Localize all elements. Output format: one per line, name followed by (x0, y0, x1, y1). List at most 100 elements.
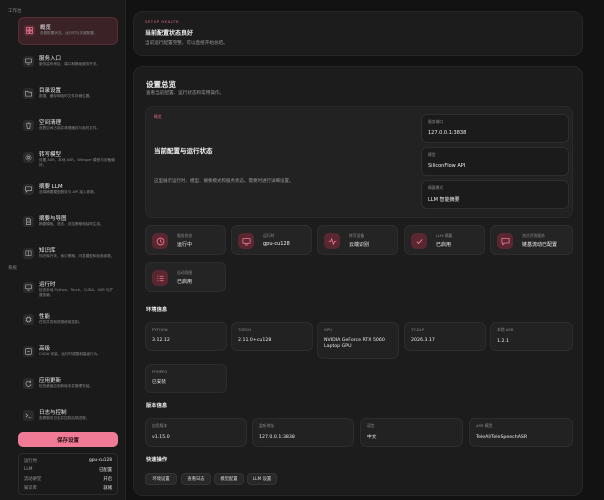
sidebar-item-label: 日志与控制 (39, 410, 67, 416)
tile-runtime[interactable]: 运行时 gpu-cu128 (231, 225, 312, 255)
chat-icon (497, 233, 513, 249)
field-service-port: 服务端口 127.0.0.1:3838 (421, 114, 569, 143)
status-key: 流动讲堂 (24, 476, 42, 482)
sidebar-item-label: 性能 (39, 314, 51, 320)
sidebar-item-overview[interactable]: 概览 查看配置状态、运行时与关键配置。 (18, 17, 118, 45)
quick-llm-settings-button[interactable]: LLM 设置 (247, 473, 277, 485)
grid-icon (24, 25, 35, 36)
sidebar-item-runtime[interactable]: 运行时 检查本地 Python、Torch、CUDA、ASR 与扩展依赖。 (18, 275, 118, 303)
list-icon (152, 270, 168, 286)
info-value: TeleAI/TeleSpeechASR (476, 435, 528, 440)
folder-icon (23, 88, 34, 99)
tile-llm-summary[interactable]: LLM 摘要 已启用 (404, 225, 485, 255)
sidebar-item-llm[interactable]: 摘要 LLM 选择摘要模型服务与 API 接入参数。 (18, 177, 118, 205)
sidebar-item-knowledge[interactable]: 知识库 知识库开关、索引策略、问答模型和检索参数。 (18, 241, 118, 269)
sidebar-item-label: 概览 (40, 25, 52, 31)
info-value: v1.15.0 (152, 435, 170, 440)
sidebar-item-label: 转写模型 (39, 152, 62, 158)
info-label: 本地 ASR (497, 327, 514, 332)
field-label: 摘要模式 (428, 185, 444, 190)
status-key: 知识库 (24, 486, 37, 492)
sidebar-section-workspace: 工作台 (8, 9, 22, 14)
overview-panel: 设置总览 查看当前配置、运行状态和常用操作。 概览 当前配置与运行状态 这里展示… (133, 66, 583, 496)
page-subtitle: 查看当前配置、运行状态和常用操作。 (146, 91, 225, 96)
info-value: NVIDIA GeForce RTX 5060 Laptop GPU (324, 338, 385, 349)
field-label: 模型 (428, 152, 436, 157)
sidebar-item-summary-map[interactable]: 摘要与导图 摘要模板、语言、总结策略和结构生成。 (18, 209, 118, 237)
info-value: 1.2.1 (497, 339, 509, 344)
sidebar-item-transcription[interactable]: 转写模型 设置 ASR、本地 ASR、Whisper 模型与设备偏好。 (18, 145, 118, 173)
info-label: 语言 (367, 423, 375, 428)
health-title: 当前配置状态良好 (145, 30, 194, 37)
sidebar-item-desc: 知识库开关、索引策略、问答模型和检索参数。 (39, 254, 115, 258)
document-icon (23, 216, 34, 227)
status-value: 就绪 (103, 486, 112, 492)
sidebar-nav-workspace: 概览 查看配置状态、运行时与关键配置。 服务入口 服务监听地址、端口和基础服务开… (18, 17, 118, 273)
info-label: YT-DLP (411, 327, 424, 332)
info-label: FFMPEG (152, 369, 168, 374)
advanced-icon (23, 346, 34, 357)
tile-streaming[interactable]: 流式识别服务 链基流动已配置 (490, 225, 573, 255)
terminal-icon (23, 410, 34, 421)
sidebar-item-desc: 查看配置状态、运行时与关键配置。 (40, 31, 98, 35)
sidebar-item-desc: 摘要模板、语言、总结策略和结构生成。 (39, 222, 104, 226)
status-summary: 运行时 gpu-cu128 LLM 已配置 流动讲堂 开启 知识库 就绪 (18, 453, 118, 495)
sidebar-item-desc: 查看服务日志并控制后端进程。 (39, 416, 90, 420)
info-value: 已安装 (152, 380, 167, 385)
tile-value: 链基流动已配置 (522, 242, 558, 248)
hero-desc: 这里展示运行时、模型、摘要模式和服务状态。需要时进行详细设置。 (154, 179, 294, 184)
sidebar-section-system: 系统 (8, 266, 17, 271)
sidebar-item-logs[interactable]: 日志与控制 查看服务日志并控制后端进程。 (18, 403, 118, 431)
sidebar-item-performance[interactable]: 性能 任务并发和资源使用控制。 (18, 307, 118, 335)
status-value: gpu-cu128 (88, 458, 112, 464)
hero-badge: 概览 (154, 114, 162, 119)
update-icon (23, 378, 34, 389)
chip-icon (23, 314, 34, 325)
setup-health-card: SETUP HEALTH 当前配置状态良好 当前运行配置完整，可以直接开始总结。 (133, 11, 583, 56)
version-language: 语言 中文 (360, 418, 463, 447)
sidebar-nav-system: 运行时 检查本地 Python、Torch、CUDA、ASR 与扩展依赖。 性能… (18, 275, 118, 435)
quick-view-logs-button[interactable]: 查看日志 (181, 473, 211, 485)
sidebar-item-cleanup[interactable]: 空间清理 查看空间占用并清理缓存与临时文件。 (18, 113, 118, 141)
sidebar-item-label: 运行时 (39, 282, 56, 288)
tile-auto-mindmap[interactable]: 自动导图 已启用 (145, 262, 226, 292)
field-value: 127.0.0.1:3838 (428, 130, 467, 136)
tile-value: 已启用 (436, 242, 452, 248)
sidebar-item-advanced[interactable]: 高级 CUDA 安装、运行时调整和高级行为。 (18, 339, 118, 367)
info-value: 3.12.12 (152, 338, 170, 343)
info-label: ASR 模型 (476, 423, 493, 428)
sidebar-item-desc: 设置 ASR、本地 ASR、Whisper 模型与设备偏好。 (39, 158, 115, 167)
info-value: 中文 (367, 435, 377, 440)
sidebar-item-updates[interactable]: 应用更新 检查桌面应用新版本并管理安装。 (18, 371, 118, 399)
sidebar-item-label: 应用更新 (39, 378, 62, 384)
version-section-title: 版本信息 (146, 403, 168, 409)
status-value: 已配置 (99, 467, 112, 473)
env-local-asr: 本地 ASR 1.2.1 (490, 322, 573, 351)
status-row-llm: LLM 已配置 (24, 465, 112, 474)
env-torch: TORCH 2.11.0+cu128 (231, 322, 313, 351)
quick-env-settings-button[interactable]: 环境设置 (145, 473, 177, 485)
sidebar-item-desc: 服务监听地址、端口和基础服务开关。 (39, 62, 101, 66)
info-label: GPU (324, 327, 333, 332)
sidebar-item-desc: 检查本地 Python、Torch、CUDA、ASR 与扩展依赖。 (39, 288, 114, 297)
sidebar-item-directories[interactable]: 目录设置 数据、缓存和临时文件存储位置。 (18, 81, 118, 109)
tile-value: 已启用 (177, 279, 193, 285)
monitor-icon (23, 56, 34, 67)
sidebar-item-service[interactable]: 服务入口 服务监听地址、端口和基础服务开关。 (18, 49, 118, 77)
activity-icon (324, 233, 340, 249)
status-key: LLM (24, 467, 33, 473)
version-app: 应用版本 v1.15.0 (145, 418, 247, 447)
info-value: 2.11.0+cu128 (238, 338, 272, 343)
tile-transcription-device[interactable]: 转写设备 云端识别 (317, 225, 398, 255)
sidebar-item-label: 摘要与导图 (39, 216, 67, 222)
save-settings-button[interactable]: 保存设置 (18, 432, 118, 447)
quick-model-config-button[interactable]: 模型配置 (214, 473, 244, 485)
field-summary-mode: 摘要模式 LLM 智能摘要 (421, 180, 569, 209)
tile-label: 流式识别服务 (522, 233, 545, 238)
overview-hero: 概览 当前配置与运行状态 这里展示运行时、模型、摘要模式和服务状态。需要时进行详… (145, 106, 573, 218)
field-model: 模型 SiliconFlow API (421, 147, 569, 176)
trash-icon (23, 120, 34, 131)
sidebar-item-label: 摘要 LLM (39, 184, 63, 190)
sidebar: 工作台 概览 查看配置状态、运行时与关键配置。 服务入口 服务监听地址、端口和基… (0, 0, 126, 500)
tile-service-status[interactable]: 服务状态 运行中 (145, 225, 226, 255)
